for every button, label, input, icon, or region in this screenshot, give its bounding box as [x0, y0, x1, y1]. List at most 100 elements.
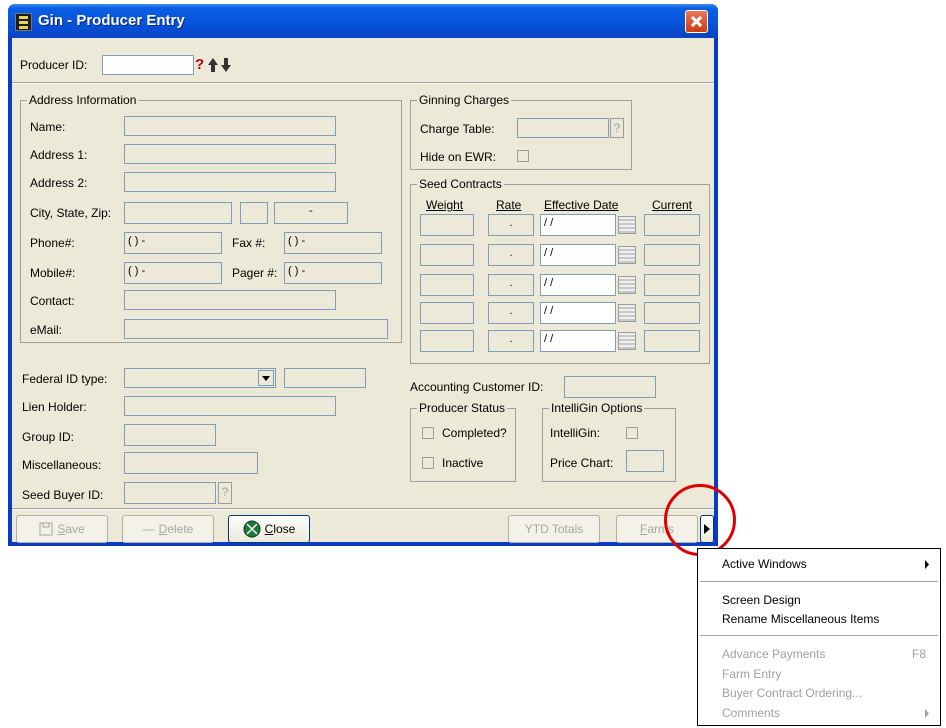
current-input[interactable] — [644, 274, 700, 296]
arrow-up-icon[interactable] — [207, 56, 219, 74]
weight-input[interactable] — [420, 214, 474, 236]
name-input[interactable] — [124, 116, 336, 136]
seed-buyer-id-input[interactable] — [124, 482, 216, 504]
current-input[interactable] — [644, 244, 700, 266]
name-label: Name: — [30, 120, 66, 134]
save-button[interactable]: Save — [16, 515, 108, 543]
weight-input[interactable] — [420, 244, 474, 266]
dash-icon: — — [142, 522, 155, 536]
miscellaneous-input[interactable] — [124, 452, 258, 474]
weight-input[interactable] — [420, 330, 474, 352]
charge-table-input[interactable] — [517, 118, 609, 138]
email-input[interactable] — [124, 319, 388, 339]
menu-item-advance-payments[interactable]: Advance Payments — [722, 647, 825, 661]
producer-id-input[interactable] — [102, 55, 194, 75]
price-chart-input[interactable] — [626, 450, 664, 472]
close-window-button[interactable] — [685, 10, 708, 33]
save-button-label: Save — [57, 522, 85, 536]
weight-header: Weight — [426, 198, 464, 212]
hide-ewr-checkbox[interactable] — [517, 150, 529, 162]
menu-item-buyer-contract-ordering[interactable]: Buyer Contract Ordering... — [722, 686, 862, 700]
weight-input[interactable] — [420, 302, 474, 324]
context-menu: Active Windows Screen Design Rename Misc… — [697, 548, 941, 726]
intelligin-checkbox[interactable] — [626, 427, 638, 439]
close-globe-icon — [243, 520, 261, 538]
seed-buyer-help-icon[interactable]: ? — [218, 482, 232, 504]
menu-item-screen-design[interactable]: Screen Design — [722, 593, 801, 607]
lien-holder-input[interactable] — [124, 396, 336, 416]
menu-item-active-windows[interactable]: Active Windows — [722, 557, 807, 571]
title-bar[interactable]: Gin - Producer Entry — [8, 4, 718, 38]
phone-input[interactable]: ( ) - — [124, 232, 222, 254]
menu-item-comments[interactable]: Comments — [722, 706, 780, 720]
address2-input[interactable] — [124, 172, 336, 192]
highlight-circle — [664, 484, 736, 556]
current-input[interactable] — [644, 330, 700, 352]
phone-label: Phone#: — [30, 236, 75, 250]
lien-holder-label: Lien Holder: — [22, 400, 87, 414]
menu-separator — [700, 635, 938, 636]
producer-status-group: Producer Status — [410, 401, 516, 482]
effective-date-input[interactable]: / / — [540, 302, 616, 324]
rate-input[interactable]: . — [488, 214, 534, 236]
inactive-checkbox[interactable] — [422, 457, 434, 469]
pager-label: Pager #: — [232, 266, 278, 280]
intelligin-caption: IntelliGin Options — [549, 401, 645, 415]
city-input[interactable] — [124, 202, 232, 224]
calendar-icon[interactable] — [618, 304, 636, 322]
ytd-totals-button[interactable]: YTD Totals — [508, 515, 600, 543]
miscellaneous-label: Miscellaneous: — [22, 458, 102, 472]
app-icon[interactable] — [15, 13, 32, 31]
seed-buyer-id-label: Seed Buyer ID: — [22, 488, 104, 502]
calendar-icon[interactable] — [618, 276, 636, 294]
mobile-input[interactable]: ( ) - — [124, 262, 222, 284]
effective-date-input[interactable]: / / — [540, 274, 616, 296]
dropdown-button[interactable] — [258, 370, 274, 386]
current-header: Current — [652, 198, 693, 212]
rate-input[interactable]: . — [488, 330, 534, 352]
rate-input[interactable]: . — [488, 244, 534, 266]
current-input[interactable] — [644, 214, 700, 236]
completed-checkbox[interactable] — [422, 427, 434, 439]
fax-input[interactable]: ( ) - — [284, 232, 382, 254]
group-id-label: Group ID: — [22, 430, 75, 444]
federal-id-type-select[interactable] — [124, 368, 276, 388]
zip-input[interactable]: - — [274, 202, 348, 224]
rate-header: Rate — [496, 198, 522, 212]
federal-id-input[interactable] — [284, 368, 366, 388]
arrow-down-icon[interactable] — [220, 56, 232, 74]
accounting-customer-id-input[interactable] — [564, 376, 656, 398]
effective-date-header: Effective Date — [544, 198, 619, 212]
rate-input[interactable]: . — [488, 274, 534, 296]
close-button[interactable]: Close — [228, 515, 310, 543]
producer-id-label: Producer ID: — [20, 58, 88, 72]
seed-contracts-caption: Seed Contracts — [417, 177, 504, 191]
close-button-label: Close — [264, 522, 296, 536]
effective-date-input[interactable]: / / — [540, 214, 616, 236]
calendar-icon[interactable] — [618, 332, 636, 350]
menu-separator — [700, 581, 938, 582]
pager-input[interactable]: ( ) - — [284, 262, 382, 284]
effective-date-input[interactable]: / / — [540, 244, 616, 266]
effective-date-input[interactable]: / / — [540, 330, 616, 352]
price-chart-label: Price Chart: — [550, 456, 614, 470]
menu-item-farm-entry[interactable]: Farm Entry — [722, 667, 781, 681]
delete-button[interactable]: — Delete — [122, 515, 214, 543]
calendar-icon[interactable] — [618, 216, 636, 234]
current-input[interactable] — [644, 302, 700, 324]
floppy-disk-icon — [39, 522, 53, 536]
submenu-arrow-icon — [925, 560, 929, 569]
contact-input[interactable] — [124, 290, 336, 310]
rate-input[interactable]: . — [488, 302, 534, 324]
help-icon[interactable]: ? — [195, 56, 206, 74]
calendar-icon[interactable] — [618, 246, 636, 264]
state-input[interactable] — [240, 202, 268, 224]
menu-item-rename-misc-items[interactable]: Rename Miscellaneous Items — [722, 612, 879, 626]
charge-table-help-icon[interactable]: ? — [610, 118, 624, 138]
weight-input[interactable] — [420, 274, 474, 296]
group-id-input[interactable] — [124, 424, 216, 446]
address1-input[interactable] — [124, 144, 336, 164]
menu-shortcut-f8: F8 — [912, 647, 927, 661]
city-state-zip-label: City, State, Zip: — [30, 206, 112, 220]
federal-id-type-label: Federal ID type: — [22, 372, 108, 386]
